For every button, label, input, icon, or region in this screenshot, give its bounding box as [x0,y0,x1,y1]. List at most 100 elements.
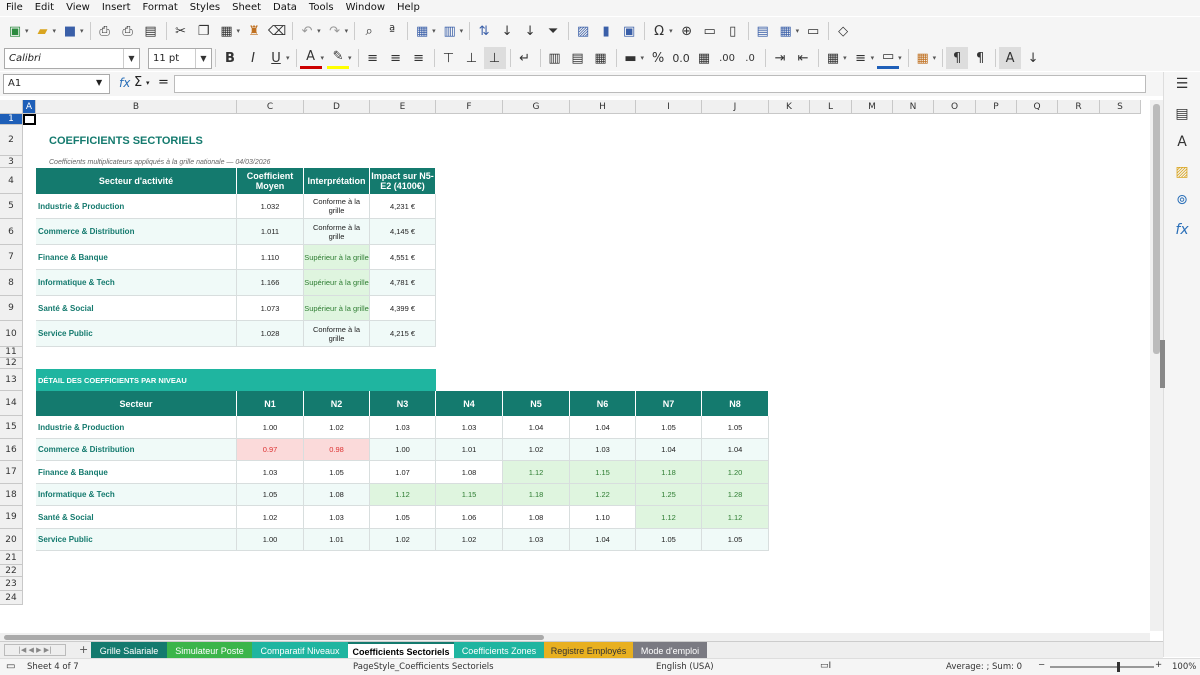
name-box[interactable]: A1 [3,74,110,94]
menu-item-format[interactable]: Format [137,0,184,16]
add-decimal-icon[interactable]: .00 [716,47,738,69]
menu-item-sheet[interactable]: Sheet [226,0,267,16]
column-header[interactable]: P [976,100,1017,114]
borders-icon[interactable]: ▦ [822,47,844,69]
header-footer-icon[interactable]: ▯ [722,20,744,42]
functions-icon[interactable]: fx [1172,222,1192,242]
font-color-icon[interactable]: A [299,47,322,69]
formula-equals-icon[interactable]: = [158,75,169,90]
column-header[interactable]: O [934,100,976,114]
row-header[interactable]: 13 [0,369,23,391]
spreadsheet-grid[interactable]: A B C D E F G H I J K L M N O P Q R S 1 2 3 4 5 6 7 8 9 10 11 12 13 14 15… [0,100,1150,631]
hamburger-menu-icon[interactable]: ☰ [1172,76,1192,96]
unmerge-cells-icon[interactable]: ▦ [590,47,612,69]
row-header[interactable]: 17 [0,461,23,484]
row-header[interactable]: 23 [0,577,23,591]
row-header[interactable]: 6 [0,219,23,245]
delete-decimal-icon[interactable]: .0 [739,47,761,69]
column-header[interactable]: S [1100,100,1141,114]
column-header[interactable]: C [237,100,304,114]
menu-item-data[interactable]: Data [267,0,303,16]
tab-sheet-2[interactable]: Simulateur Poste [167,642,252,659]
row-header[interactable]: 5 [0,194,23,219]
currency-format-icon[interactable]: ▬ [620,47,642,69]
cut-icon[interactable]: ✂ [170,20,192,42]
text-direction-rtl-icon[interactable]: ¶ [969,47,991,69]
menu-item-styles[interactable]: Styles [184,0,226,16]
selection-mode-icon[interactable]: ▭I [820,661,831,671]
menu-item-insert[interactable]: Insert [96,0,137,16]
find-replace-icon[interactable]: ⌕ [358,20,380,42]
bold-icon[interactable]: B [219,47,241,69]
select-all-corner[interactable] [0,100,23,114]
undo-icon[interactable]: ↶ [296,20,318,42]
font-size-combo[interactable]: 11 pt ▼ [148,47,212,69]
row-header[interactable]: 1 [0,114,23,125]
align-bottom-icon[interactable]: ⊥ [483,47,506,69]
row-header[interactable]: 12 [0,358,23,369]
gallery-icon[interactable]: ▨ [1172,164,1192,184]
column-header[interactable]: E [370,100,436,114]
row-header[interactable]: 9 [0,296,23,321]
zoom-slider[interactable] [1050,662,1154,672]
column-header[interactable]: B [36,100,237,114]
highlight-color-icon[interactable]: ✎ [327,47,350,69]
hyperlink-icon[interactable]: ⊕ [676,20,698,42]
active-cell-cursor[interactable] [23,114,36,125]
row-header[interactable]: 16 [0,439,23,461]
styles-icon[interactable]: A [1172,134,1192,154]
decrease-indent-icon[interactable]: ⇤ [792,47,814,69]
row-header[interactable]: 11 [0,347,23,358]
sidebar-collapse-handle[interactable] [1160,340,1165,388]
chevron-down-icon[interactable]: ▼ [123,48,139,68]
menu-item-tools[interactable]: Tools [303,0,340,16]
redo-icon[interactable]: ↷ [324,20,346,42]
horizontal-scrollbar[interactable] [0,633,1150,641]
wrap-text-icon[interactable]: ↵ [514,47,536,69]
tab-scroll-buttons[interactable]: |◀ ◀ ▶ ▶| [4,644,66,656]
date-format-icon[interactable]: ▦ [693,47,715,69]
tab-sheet-5[interactable]: Coefficients Zones [454,642,544,659]
underline-icon[interactable]: U [265,47,287,69]
print-icon[interactable]: ⎙ [117,20,139,42]
menu-item-view[interactable]: View [60,0,96,16]
navigator-icon[interactable]: ⊚ [1172,192,1192,212]
menu-item-edit[interactable]: Edit [29,0,60,16]
row-header[interactable]: 2 [0,125,23,156]
column-header[interactable]: M [852,100,893,114]
column-header[interactable]: G [503,100,570,114]
autofilter-icon[interactable]: ⏷ [542,20,564,42]
clear-formatting-icon[interactable]: ⌫ [266,20,288,42]
row-header[interactable]: 4 [0,168,23,194]
insert-image-icon[interactable]: ▨ [572,20,594,42]
column-icon[interactable]: ▥ [439,20,461,42]
insert-chart-icon[interactable]: ▮ [595,20,617,42]
sum-icon[interactable]: Σ [134,75,142,90]
column-header[interactable]: D [304,100,370,114]
chevron-down-icon[interactable]: ▼ [195,48,211,68]
menu-item-window[interactable]: Window [340,0,391,16]
column-header[interactable]: J [702,100,769,114]
column-header[interactable]: I [636,100,702,114]
menu-item-file[interactable]: File [0,0,29,16]
new-document-icon[interactable]: ▣ [4,20,26,42]
percent-format-icon[interactable]: % [647,47,669,69]
sort-descending-icon[interactable]: ↓ [519,20,541,42]
merge-center-icon[interactable]: ▥ [544,47,566,69]
paste-icon[interactable]: ▦ [216,20,238,42]
print-preview-icon[interactable]: ▤ [140,20,162,42]
tab-sheet-3[interactable]: Comparatif Niveaux [252,642,348,659]
open-folder-icon[interactable]: ▰ [32,20,54,42]
row-header[interactable]: 10 [0,321,23,347]
border-color-icon[interactable]: ▭ [877,47,900,69]
column-header[interactable]: K [769,100,810,114]
column-header[interactable]: L [810,100,852,114]
column-header[interactable]: A [23,100,36,114]
tab-sheet-7[interactable]: Mode d'emploi [633,642,707,659]
merge-cells-icon[interactable]: ▤ [567,47,589,69]
row-header[interactable]: 24 [0,591,23,605]
save-icon[interactable]: ■ [59,20,81,42]
copy-icon[interactable]: ❐ [193,20,215,42]
freeze-rows-icon[interactable]: ▦ [775,20,797,42]
tab-sheet-1[interactable]: Grille Salariale [91,642,167,659]
